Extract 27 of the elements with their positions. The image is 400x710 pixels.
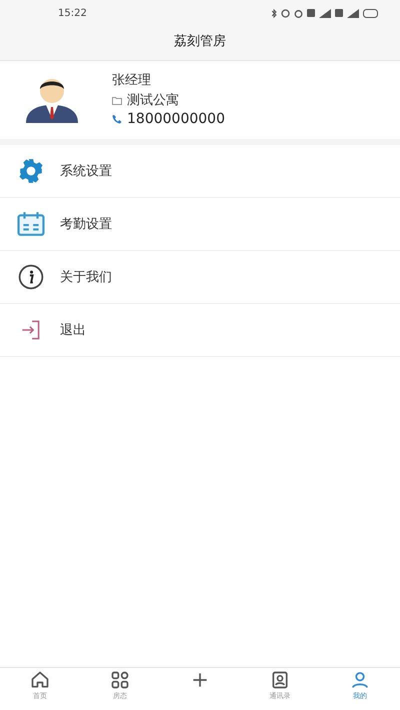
phone-icon xyxy=(112,114,122,124)
bluetooth-icon xyxy=(272,8,277,18)
home-icon xyxy=(30,670,50,690)
user-icon xyxy=(350,670,370,690)
menu-label: 考勤设置 xyxy=(60,216,112,233)
sim-icon xyxy=(307,9,315,17)
menu-label: 系统设置 xyxy=(60,163,112,180)
menu-label: 退出 xyxy=(60,322,86,339)
menu-item[interactable]: 考勤设置 xyxy=(0,198,400,251)
menu-item[interactable]: 关于我们 xyxy=(0,251,400,304)
battery-icon xyxy=(363,8,378,18)
page-title: 荔刻管房 xyxy=(173,33,227,51)
menu-label: 关于我们 xyxy=(60,269,112,286)
status-time: 15:22 xyxy=(58,8,87,18)
sim-icon xyxy=(335,9,343,17)
user-name: 张经理 xyxy=(112,72,152,89)
calendar-icon xyxy=(16,211,46,237)
signal-icon xyxy=(347,8,359,18)
signal-icon xyxy=(319,8,331,18)
menu-item[interactable]: 退出 xyxy=(0,304,400,357)
folder-icon xyxy=(112,96,122,104)
phone-number: 18000000000 xyxy=(127,111,225,127)
grid-icon xyxy=(110,670,130,690)
menu-item[interactable]: 系统设置 xyxy=(0,145,400,198)
info-icon xyxy=(16,264,46,290)
contacts-icon xyxy=(270,670,290,690)
apartment-name: 测试公寓 xyxy=(127,92,179,109)
